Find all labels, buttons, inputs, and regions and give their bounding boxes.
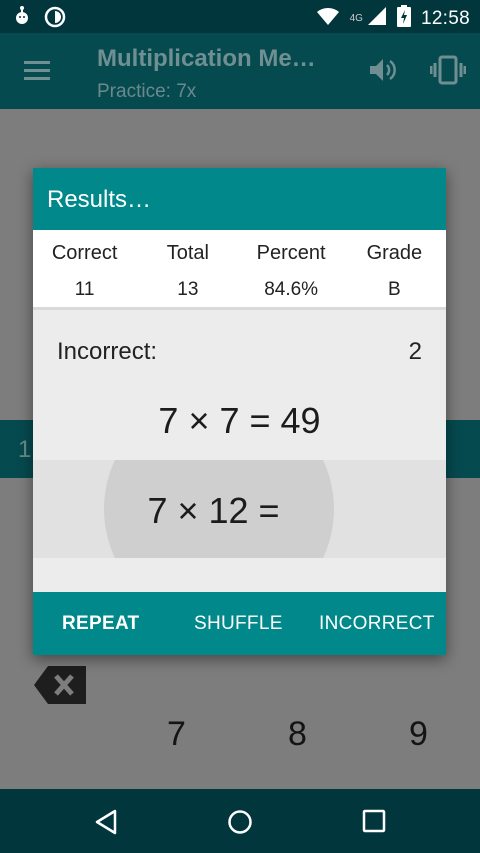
volume-icon[interactable] [368, 57, 398, 88]
stat-total: Total 13 [136, 230, 239, 307]
incorrect-item[interactable]: 7 × 7 = 49 [33, 400, 446, 460]
stat-label: Correct [51, 242, 118, 264]
stat-label: Percent [256, 242, 326, 264]
network-type-label: 4G [349, 13, 363, 24]
results-dialog: Results… Correct 11 Total 13 Percent 84.… [33, 168, 446, 655]
dialog-button-bar: REPEAT SHUFFLE INCORRECT [33, 592, 446, 655]
status-bar: 4G 12:58 [0, 0, 480, 33]
app-subtitle: Practice: 7x [97, 81, 197, 102]
backspace-icon[interactable] [34, 666, 86, 709]
data-saver-icon [44, 6, 66, 33]
home-icon[interactable] [227, 809, 253, 840]
stat-grade: Grade B [343, 230, 446, 307]
shuffle-button[interactable]: SHUFFLE [194, 613, 283, 635]
key-9[interactable]: 9 [409, 715, 428, 754]
repeat-button[interactable]: REPEAT [62, 613, 139, 635]
app-title: Multiplication Me… [97, 45, 316, 72]
app-bar: Multiplication Me… Practice: 7x [0, 33, 480, 109]
navigation-bar [0, 789, 480, 853]
stats-table: Correct 11 Total 13 Percent 84.6% Grade … [33, 230, 446, 310]
incorrect-summary: Incorrect: 2 [33, 310, 446, 400]
stat-label: Total [166, 242, 209, 264]
key-7[interactable]: 7 [167, 715, 186, 754]
stat-label: Grade [366, 242, 423, 264]
battery-charging-icon [396, 5, 411, 32]
wifi-icon [316, 6, 340, 31]
stat-value: 11 [74, 279, 95, 300]
status-time: 12:58 [420, 7, 470, 29]
stat-value: 13 [177, 279, 199, 300]
stat-value: 84.6% [264, 279, 319, 300]
background-digit: 1 [18, 436, 32, 463]
recents-icon[interactable] [362, 809, 386, 838]
incorrect-item-pressed[interactable]: 7 × 12 = [33, 460, 446, 558]
keypad-row: 7 8 9 [0, 715, 480, 765]
signal-icon [367, 6, 387, 31]
android-debug-icon [12, 6, 32, 33]
stat-value: B [388, 279, 401, 300]
stat-percent: Percent 84.6% [240, 230, 343, 307]
menu-icon[interactable] [24, 61, 50, 85]
incorrect-count: 2 [408, 338, 422, 365]
vibrate-icon[interactable] [429, 55, 467, 90]
stat-correct: Correct 11 [33, 230, 136, 307]
incorrect-label: Incorrect: [57, 338, 158, 365]
dialog-title: Results… [33, 168, 446, 230]
incorrect-button[interactable]: INCORRECT [319, 613, 435, 635]
incorrect-item-text: 7 × 12 = [147, 490, 280, 531]
back-icon[interactable] [94, 809, 118, 840]
key-8[interactable]: 8 [288, 715, 307, 754]
